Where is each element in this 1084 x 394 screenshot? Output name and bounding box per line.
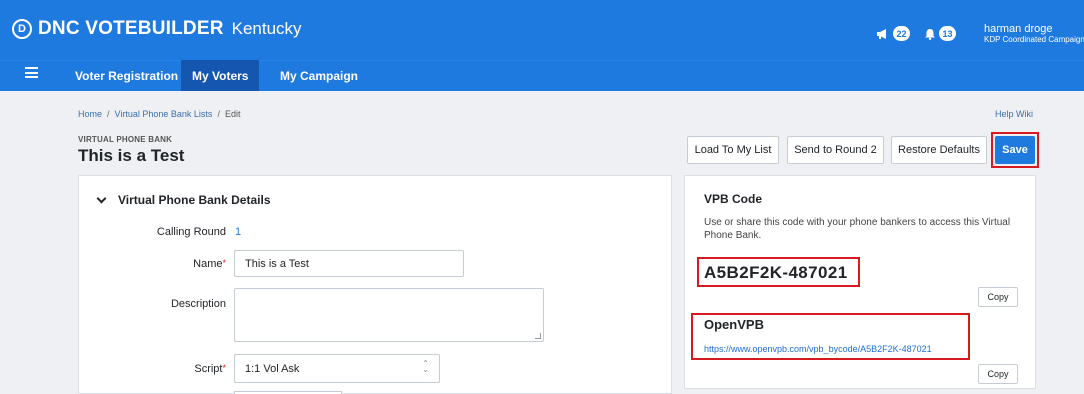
select-arrows-icon: ⌃ ⌄: [422, 359, 429, 374]
send-to-round-2-button[interactable]: Send to Round 2: [787, 136, 884, 164]
calling-round-value: 1: [235, 226, 242, 238]
vpb-code-value: A5B2F2K-487021: [704, 263, 848, 282]
help-wiki-link[interactable]: Help Wiki: [995, 109, 1033, 119]
required-mark: *: [222, 363, 226, 373]
description-textarea[interactable]: [234, 288, 544, 342]
notifications-count-badge: 13: [939, 26, 956, 41]
calling-round-label: Calling Round: [156, 226, 226, 238]
vpb-code-description: Use or share this code with your phone b…: [704, 217, 1011, 241]
bell-icon: [925, 28, 935, 40]
vpb-code-heading: VPB Code: [704, 192, 763, 206]
section-title: Virtual Phone Bank Details: [118, 193, 271, 207]
megaphone-icon: [877, 28, 886, 39]
restore-defaults-button[interactable]: Restore Defaults: [891, 136, 987, 164]
page-title: This is a Test: [78, 146, 185, 165]
breadcrumb: Home / Virtual Phone Bank Lists / Edit: [78, 109, 240, 119]
nav-tab-my-voters[interactable]: My Voters: [181, 60, 260, 91]
brand-state: Kentucky: [231, 19, 302, 38]
save-button[interactable]: Save: [995, 136, 1035, 164]
nav-tab-my-campaign[interactable]: My Campaign: [269, 60, 369, 91]
nav-tab-voter-registration[interactable]: Voter Registration: [64, 60, 189, 91]
script-label-text: Script: [194, 363, 223, 375]
user-name: harman droge: [984, 23, 1053, 35]
vpb-details-toggle[interactable]: Virtual Phone Bank Details: [96, 193, 271, 207]
brand[interactable]: D DNC VOTEBUILDER Kentucky: [12, 14, 302, 44]
breadcrumb-home[interactable]: Home: [78, 109, 102, 119]
breadcrumb-separator: /: [107, 109, 110, 119]
name-input[interactable]: This is a Test: [234, 250, 464, 277]
resize-handle-icon[interactable]: [535, 333, 541, 339]
copy-link-button[interactable]: Copy: [978, 364, 1018, 384]
copy-code-button[interactable]: Copy: [978, 287, 1018, 307]
brand-name: DNC VOTEBUILDER: [38, 18, 224, 39]
openvpb-link[interactable]: https://www.openvpb.com/vpb_bycode/A5B2F…: [704, 344, 932, 354]
load-to-my-list-button[interactable]: Load To My List: [687, 136, 779, 164]
name-label: Name*: [106, 258, 226, 270]
name-label-text: Name: [193, 258, 223, 270]
script-label: Script*: [106, 363, 226, 375]
dnc-logo-icon: D: [12, 19, 32, 39]
openvpb-heading: OpenVPB: [704, 317, 764, 332]
chevron-down-icon: [96, 193, 107, 203]
user-menu[interactable]: harman droge KDP Coordinated Campaign: [984, 24, 1084, 44]
announcements-button[interactable]: 22: [876, 26, 910, 41]
hamburger-menu-icon[interactable]: [25, 67, 38, 78]
breadcrumb-current: Edit: [224, 109, 241, 119]
user-org: KDP Coordinated Campaign: [984, 35, 1084, 44]
required-mark: *: [222, 258, 226, 268]
notifications-button[interactable]: 13: [924, 26, 956, 41]
announcements-count-badge: 22: [893, 26, 910, 41]
description-label: Description: [170, 298, 226, 310]
breadcrumb-vpb-lists[interactable]: Virtual Phone Bank Lists: [115, 109, 213, 119]
script-select[interactable]: 1:1 Vol Ask ⌃ ⌄: [234, 354, 440, 383]
script-select-value: 1:1 Vol Ask: [245, 362, 300, 375]
page-eyebrow: VIRTUAL PHONE BANK: [78, 135, 173, 144]
breadcrumb-separator: /: [217, 109, 220, 119]
